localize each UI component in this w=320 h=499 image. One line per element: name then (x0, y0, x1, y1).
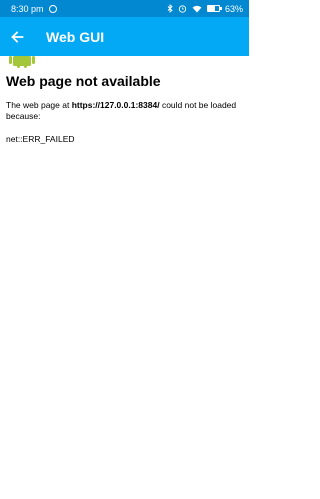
battery-percent: 63% (224, 3, 243, 14)
error-url: https://127.0.0.1:8384/ (71, 100, 160, 110)
alarm-icon (178, 4, 187, 13)
status-bar: 8:30 pm 63% (0, 0, 249, 17)
error-code: net::ERR_FAILED (6, 134, 75, 144)
error-desc-prefix: The web page at (6, 100, 72, 110)
app-title: Web GUI (46, 28, 105, 45)
arrow-left-icon (11, 30, 24, 43)
bluetooth-icon (167, 4, 173, 13)
android-robot-icon (9, 56, 35, 68)
status-icons: 63% (167, 4, 243, 14)
app-bar: Web GUI (0, 17, 249, 56)
notification-icon (48, 4, 57, 13)
battery-icon (206, 5, 222, 12)
back-button[interactable] (0, 17, 34, 56)
error-title: Web page not available (6, 73, 161, 89)
wifi-icon (192, 5, 202, 13)
status-time: 8:30 pm (11, 3, 44, 14)
error-description: The web page at https://127.0.0.1:8384/ … (6, 100, 246, 122)
